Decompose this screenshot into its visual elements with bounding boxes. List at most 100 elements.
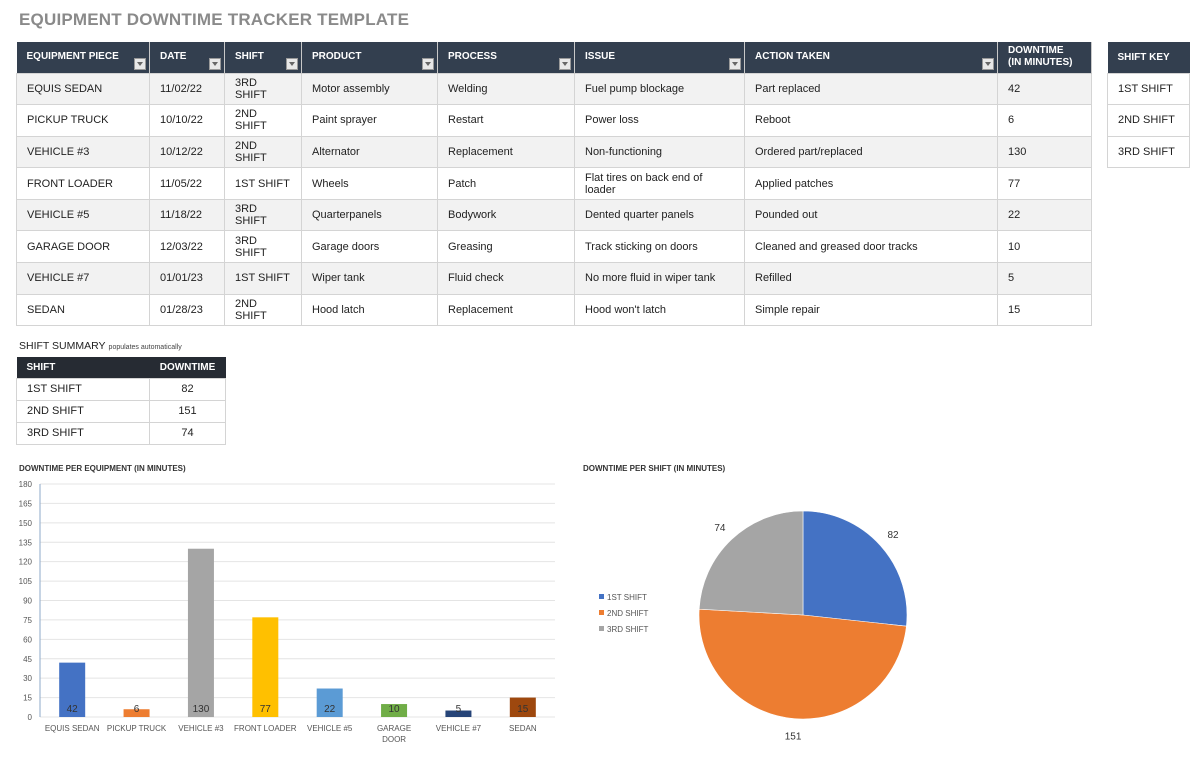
column-header[interactable]: SHIFT [224,42,302,73]
table-cell[interactable]: Fuel pump blockage [574,72,745,106]
table-cell[interactable]: 10 [997,230,1092,264]
legend-label[interactable]: 1ST SHIFT [607,593,647,602]
column-header[interactable]: DATE [149,42,225,73]
table-cell[interactable]: Power loss [574,104,745,137]
table-cell[interactable]: Non-functioning [574,135,745,169]
table-cell[interactable]: SEDAN [16,293,150,327]
table-cell[interactable]: Refilled [744,262,998,295]
table-cell[interactable]: 11/18/22 [149,198,225,232]
table-cell[interactable]: Fluid check [437,262,575,295]
table-cell[interactable]: Part replaced [744,72,998,106]
x-category-label: PICKUP TRUCK [107,724,167,733]
table-cell[interactable]: Applied patches [744,167,998,200]
table-cell[interactable]: Alternator [301,135,438,169]
filter-dropdown-icon[interactable] [134,57,146,70]
bar[interactable] [252,617,279,717]
filter-dropdown-icon[interactable] [286,57,298,70]
y-tick-label: 0 [28,713,33,722]
legend-label[interactable]: 2ND SHIFT [607,609,648,618]
table-cell[interactable]: VEHICLE #5 [16,198,150,232]
table-cell[interactable]: 5 [997,262,1092,295]
table-cell[interactable]: 12/03/22 [149,230,225,264]
shift-summary-title: SHIFT SUMMARY [19,340,106,352]
table-cell[interactable]: Motor assembly [301,72,438,106]
table-cell[interactable]: Cleaned and greased door tracks [744,230,998,264]
column-header[interactable]: EQUIPMENT PIECE [16,42,150,73]
table-cell[interactable]: 130 [997,135,1092,169]
table-cell[interactable]: PICKUP TRUCK [16,104,150,137]
table-cell[interactable]: Garage doors [301,230,438,264]
table-cell[interactable]: 3RD SHIFT [224,230,302,264]
pie-slice[interactable] [698,608,907,720]
table-cell[interactable]: Paint sprayer [301,104,438,137]
table-cell[interactable]: Flat tires on back end of loader [574,167,745,200]
table-cell[interactable]: 01/01/23 [149,262,225,295]
table-cell[interactable]: 2ND SHIFT [224,135,302,169]
table-cell[interactable]: VEHICLE #3 [16,135,150,169]
summary-header-shift: SHIFT [16,357,150,378]
table-cell[interactable]: 01/28/23 [149,293,225,327]
table-cell[interactable]: 15 [997,293,1092,327]
table-cell[interactable]: 42 [997,72,1092,106]
table-cell[interactable]: Restart [437,104,575,137]
filter-dropdown-icon[interactable] [209,57,221,70]
shift-key-item[interactable]: 2ND SHIFT [1107,104,1190,137]
table-cell[interactable]: 1ST SHIFT [224,167,302,200]
table-cell[interactable]: VEHICLE #7 [16,262,150,295]
table-cell[interactable]: 3RD SHIFT [224,72,302,106]
table-cell[interactable]: Replacement [437,293,575,327]
table-cell[interactable]: Welding [437,72,575,106]
filter-dropdown-icon[interactable] [982,57,994,70]
table-cell[interactable]: Replacement [437,135,575,169]
shift-key-item[interactable]: 3RD SHIFT [1107,135,1190,169]
table-cell[interactable]: Simple repair [744,293,998,327]
column-header[interactable]: PRODUCT [301,42,438,73]
y-tick-label: 15 [23,694,32,703]
summary-downtime: 74 [149,421,226,445]
table-cell[interactable]: Bodywork [437,198,575,232]
table-cell[interactable]: Hood won't latch [574,293,745,327]
column-header[interactable]: ACTION TAKEN [744,42,998,73]
table-cell[interactable]: Track sticking on doors [574,230,745,264]
table-row: PICKUP TRUCK 10/10/22 2ND SHIFT Paint spray… [16,104,1092,137]
table-cell[interactable]: 10/10/22 [149,104,225,137]
table-cell[interactable]: No more fluid in wiper tank [574,262,745,295]
table-row: FRONT LOADER 11/05/22 1ST SHIFT Wheels Patch… [16,167,1092,200]
pie-slice[interactable] [802,510,908,627]
filter-dropdown-icon[interactable] [729,57,741,70]
filter-dropdown-icon[interactable] [559,57,571,70]
summary-shift: 1ST SHIFT [16,377,150,401]
table-cell[interactable]: 10/12/22 [149,135,225,169]
table-cell[interactable]: 11/02/22 [149,72,225,106]
table-cell[interactable]: 6 [997,104,1092,137]
x-category-label: FRONT LOADER [234,724,297,733]
table-cell[interactable]: Ordered part/replaced [744,135,998,169]
table-cell[interactable]: 22 [997,198,1092,232]
table-cell[interactable]: 2ND SHIFT [224,104,302,137]
column-header-label: PROCESS [448,51,497,62]
filter-dropdown-icon[interactable] [422,57,434,70]
column-header[interactable]: PROCESS [437,42,575,73]
table-cell[interactable]: Wheels [301,167,438,200]
table-cell[interactable]: GARAGE DOOR [16,230,150,264]
table-cell[interactable]: Greasing [437,230,575,264]
table-cell[interactable]: 1ST SHIFT [224,262,302,295]
table-cell[interactable]: Patch [437,167,575,200]
table-cell[interactable]: EQUIS SEDAN [16,72,150,106]
table-cell[interactable]: 11/05/22 [149,167,225,200]
table-cell[interactable]: 77 [997,167,1092,200]
table-cell[interactable]: 3RD SHIFT [224,198,302,232]
table-cell[interactable]: 2ND SHIFT [224,293,302,327]
table-cell[interactable]: Reboot [744,104,998,137]
column-header[interactable]: ISSUE [574,42,745,73]
table-cell[interactable]: Wiper tank [301,262,438,295]
table-cell[interactable]: FRONT LOADER [16,167,150,200]
table-cell[interactable]: Pounded out [744,198,998,232]
table-cell[interactable]: Quarterpanels [301,198,438,232]
bar[interactable] [187,548,214,717]
summary-header-downtime: DOWNTIME [149,357,226,378]
table-cell[interactable]: Hood latch [301,293,438,327]
legend-label[interactable]: 3RD SHIFT [607,625,648,634]
shift-key-item[interactable]: 1ST SHIFT [1107,72,1190,106]
table-cell[interactable]: Dented quarter panels [574,198,745,232]
